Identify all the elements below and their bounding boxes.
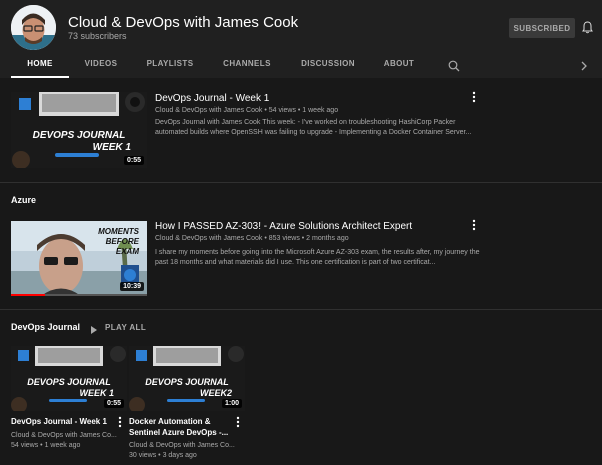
channel-avatar[interactable] [11, 5, 56, 50]
thumb-text-line2: WEEK 1 [79, 388, 114, 398]
featured-video[interactable]: DEVOPS JOURNAL WEEK 1 0:55 DevOps Journa… [0, 80, 602, 170]
channel-header: Cloud & DevOps with James Cook 73 subscr… [0, 0, 602, 78]
tab-home[interactable]: HOME [11, 54, 69, 78]
section-title-azure[interactable]: Azure [11, 195, 36, 205]
divider [0, 309, 602, 310]
more-vert-icon[interactable] [117, 416, 123, 428]
thumb-text-line2: WEEK2 [200, 388, 232, 398]
video-thumbnail[interactable]: MOMENTS BEFORE EXAM 10:39 [11, 221, 147, 296]
video-channel[interactable]: Cloud & DevOps with James Co... [129, 441, 235, 451]
thumb-text: MOMENTS BEFORE EXAM [98, 227, 139, 256]
play-all-button[interactable]: PLAY ALL [105, 323, 146, 332]
tab-about[interactable]: ABOUT [378, 54, 420, 78]
video-stats: 54 views • 1 week ago [11, 442, 81, 449]
video-duration: 1:00 [221, 399, 242, 408]
more-vert-icon[interactable] [235, 416, 241, 428]
more-vert-icon[interactable] [471, 219, 477, 231]
video-duration: 10:39 [120, 282, 144, 291]
video-meta: Cloud & DevOps with James Cook • 853 vie… [155, 235, 349, 242]
section-title-devops-journal[interactable]: DevOps Journal [11, 322, 80, 332]
tab-channels[interactable]: CHANNELS [218, 54, 276, 78]
tab-playlists[interactable]: PLAYLISTS [140, 54, 200, 78]
play-icon[interactable] [90, 322, 98, 340]
divider [0, 182, 602, 183]
video-thumbnail[interactable]: DEVOPS JOURNAL WEEK2 1:00 [129, 346, 245, 411]
video-title[interactable]: How I PASSED AZ-303! - Azure Solutions A… [155, 221, 412, 232]
video-thumbnail[interactable]: DEVOPS JOURNAL WEEK 1 0:55 [11, 346, 127, 411]
video-meta: Cloud & DevOps with James Cook • 54 view… [155, 107, 339, 114]
playlist-video-2[interactable]: DEVOPS JOURNAL WEEK2 1:00 Docker Automat… [129, 346, 245, 461]
subscriber-count: 73 subscribers [68, 31, 127, 41]
video-stats: 30 views • 3 days ago [129, 452, 197, 459]
video-title-line2[interactable]: Sentinel Azure DevOps -... [129, 427, 228, 438]
video-duration: 0:55 [123, 156, 144, 165]
video-duration: 0:55 [103, 399, 124, 408]
video-description-line1: I share my moments before going into the… [155, 249, 480, 256]
thumb-text-line1: DEVOPS JOURNAL [27, 377, 111, 387]
playlist-video-1[interactable]: DEVOPS JOURNAL WEEK 1 0:55 DevOps Journa… [11, 346, 127, 461]
subscribed-button[interactable]: SUBSCRIBED [509, 18, 575, 38]
chevron-right-icon[interactable] [580, 59, 588, 77]
tab-discussion[interactable]: DISCUSSION [297, 54, 359, 78]
video-channel[interactable]: Cloud & DevOps with James Co... [11, 431, 117, 441]
more-vert-icon[interactable] [471, 91, 477, 103]
video-title-line1[interactable]: Docker Automation & [129, 416, 211, 427]
video-title[interactable]: DevOps Journal - Week 1 [11, 416, 107, 427]
search-icon[interactable] [448, 59, 460, 77]
video-title[interactable]: DevOps Journal - Week 1 [155, 93, 269, 104]
video-description-line2: past 18 months and what materials did I … [155, 259, 436, 266]
video-description-line1: DevOps Journal with James Cook This week… [155, 119, 456, 126]
bell-icon[interactable] [582, 21, 593, 39]
tab-videos[interactable]: VIDEOS [78, 54, 124, 78]
video-thumbnail[interactable]: DEVOPS JOURNAL WEEK 1 0:55 [11, 92, 147, 168]
thumb-text-line1: DEVOPS JOURNAL [33, 130, 126, 141]
azure-video[interactable]: MOMENTS BEFORE EXAM 10:39 How I PASSED A… [0, 212, 602, 300]
video-description-line2: automated builds where OpenSSH was faili… [155, 129, 472, 136]
thumb-text-line2: WEEK 1 [93, 142, 132, 153]
watch-progress-track [11, 294, 147, 296]
thumb-text-line1: DEVOPS JOURNAL [145, 377, 229, 387]
channel-name: Cloud & DevOps with James Cook [68, 14, 299, 31]
channel-tabs: HOME VIDEOS PLAYLISTS CHANNELS DISCUSSIO… [0, 54, 602, 78]
watch-progress-fill [11, 294, 45, 296]
